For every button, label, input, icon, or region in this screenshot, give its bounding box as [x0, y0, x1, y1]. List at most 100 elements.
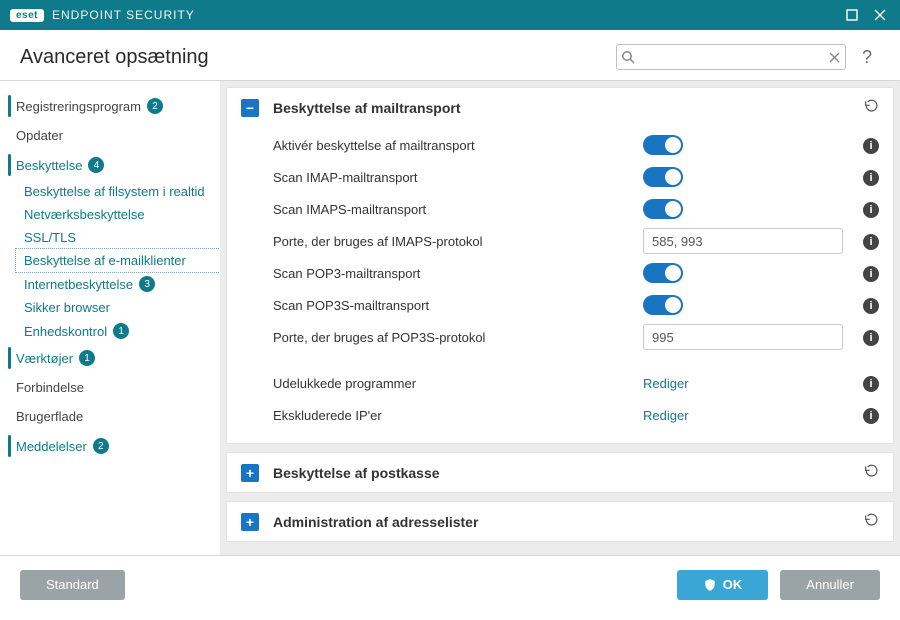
- toggle-switch[interactable]: [643, 295, 683, 315]
- edit-link[interactable]: Rediger: [643, 408, 689, 423]
- product-name: ENDPOINT SECURITY: [52, 8, 195, 22]
- revert-button[interactable]: [863, 463, 879, 482]
- search-box[interactable]: [616, 44, 846, 70]
- expand-icon: +: [241, 513, 259, 531]
- sidebar-item-label: Beskyttelse: [16, 158, 82, 173]
- ports-input[interactable]: [643, 228, 843, 254]
- brand: eset ENDPOINT SECURITY: [10, 8, 195, 22]
- sidebar-badge: 1: [79, 350, 95, 366]
- setting-label: Scan POP3S-mailtransport: [273, 298, 643, 313]
- setting-label: Udelukkede programmer: [273, 376, 643, 391]
- sidebar-item-label: Brugerflade: [16, 409, 83, 424]
- standard-button[interactable]: Standard: [20, 570, 125, 600]
- help-button[interactable]: ?: [854, 47, 880, 68]
- panel-title: Administration af adresselister: [273, 514, 478, 530]
- setting-label: Scan IMAP-mailtransport: [273, 170, 643, 185]
- footer: Standard OK Annuller: [0, 555, 900, 613]
- panel-header[interactable]: + Beskyttelse af postkasse: [227, 453, 893, 492]
- setting-label: Porte, der bruges af IMAPS-protokol: [273, 234, 643, 249]
- info-icon[interactable]: i: [863, 298, 879, 314]
- setting-row: Udelukkede programmerRediger i: [273, 367, 879, 399]
- sidebar-item-label: Sikker browser: [24, 300, 110, 315]
- search-clear-button[interactable]: [823, 52, 845, 63]
- setting-row: Ekskluderede IP'erRediger i: [273, 399, 879, 431]
- sidebar-badge: 2: [93, 438, 109, 454]
- panel-addresslists: + Administration af adresselister: [226, 501, 894, 542]
- sidebar-item-label: Værktøjer: [16, 351, 73, 366]
- setting-row: Scan IMAP-mailtransport i: [273, 161, 879, 193]
- setting-row: Scan POP3S-mailtransport i: [273, 289, 879, 321]
- setting-label: Aktivér beskyttelse af mailtransport: [273, 138, 643, 153]
- toggle-switch[interactable]: [643, 167, 683, 187]
- close-icon: [874, 9, 886, 21]
- sidebar-subitem-secure-browser[interactable]: Sikker browser: [16, 296, 220, 319]
- sidebar-subitem-internet[interactable]: Internetbeskyttelse 3: [16, 272, 220, 296]
- setting-label: Porte, der bruges af POP3S-protokol: [273, 330, 643, 345]
- window-close-button[interactable]: [866, 0, 894, 30]
- setting-row: Scan POP3-mailtransport i: [273, 257, 879, 289]
- info-icon[interactable]: i: [863, 408, 879, 424]
- sidebar-subitem-email-clients[interactable]: Beskyttelse af e-mailklienter: [16, 249, 220, 272]
- info-icon[interactable]: i: [863, 138, 879, 154]
- ok-button-label: OK: [723, 577, 743, 592]
- cancel-button[interactable]: Annuller: [780, 570, 880, 600]
- sidebar-item-label: SSL/TLS: [24, 230, 76, 245]
- window-maximize-button[interactable]: [838, 0, 866, 30]
- sidebar-item-label: Beskyttelse af e-mailklienter: [24, 253, 186, 268]
- sidebar-item-notifications[interactable]: Meddelelser 2: [8, 431, 220, 461]
- info-icon[interactable]: i: [863, 202, 879, 218]
- setting-row: Aktivér beskyttelse af mailtransport i: [273, 129, 879, 161]
- info-icon[interactable]: i: [863, 376, 879, 392]
- sidebar-subitem-network[interactable]: Netværksbeskyttelse: [16, 203, 220, 226]
- sidebar-item-label: Internetbeskyttelse: [24, 277, 133, 292]
- sidebar-item-label: Netværksbeskyttelse: [24, 207, 145, 222]
- sidebar-subitem-ssltls[interactable]: SSL/TLS: [16, 226, 220, 249]
- revert-button[interactable]: [863, 98, 879, 117]
- brand-badge: eset: [10, 9, 44, 22]
- panel-title: Beskyttelse af postkasse: [273, 465, 440, 481]
- toggle-switch[interactable]: [643, 263, 683, 283]
- sidebar-item-label: Beskyttelse af filsystem i realtid: [24, 184, 205, 199]
- sidebar-badge: 2: [147, 98, 163, 114]
- info-icon[interactable]: i: [863, 234, 879, 250]
- info-icon[interactable]: i: [863, 170, 879, 186]
- shield-icon: [703, 578, 717, 592]
- sidebar-subitem-device-control[interactable]: Enhedskontrol1: [16, 319, 220, 343]
- header: Avanceret opsætning ?: [0, 30, 900, 81]
- toggle-switch[interactable]: [643, 135, 683, 155]
- collapse-icon: −: [241, 99, 259, 117]
- revert-button[interactable]: [863, 512, 879, 531]
- sidebar-item-label: Meddelelser: [16, 439, 87, 454]
- ports-input[interactable]: [643, 324, 843, 350]
- panel-header[interactable]: + Administration af adresselister: [227, 502, 893, 541]
- edit-link[interactable]: Rediger: [643, 376, 689, 391]
- sidebar-item-protection[interactable]: Beskyttelse4: [8, 150, 220, 180]
- sidebar-item-connection[interactable]: Forbindelse: [8, 373, 220, 402]
- title-bar: eset ENDPOINT SECURITY: [0, 0, 900, 30]
- ok-button[interactable]: OK: [677, 570, 769, 600]
- setting-row: Scan IMAPS-mailtransport i: [273, 193, 879, 225]
- sidebar-badge: 1: [113, 323, 129, 339]
- maximize-icon: [846, 9, 858, 21]
- setting-row: Porte, der bruges af POP3S-protokol i: [273, 321, 879, 353]
- toggle-switch[interactable]: [643, 199, 683, 219]
- sidebar-item-registration[interactable]: Registreringsprogram2: [8, 91, 220, 121]
- search-input[interactable]: [639, 46, 823, 68]
- sidebar-subitem-realtime-fs[interactable]: Beskyttelse af filsystem i realtid: [16, 180, 220, 203]
- setting-label: Scan IMAPS-mailtransport: [273, 202, 643, 217]
- clear-icon: [829, 52, 840, 63]
- page-title: Avanceret opsætning: [20, 46, 209, 69]
- panel-mailtransport: −Beskyttelse af mailtransportAktivér bes…: [226, 87, 894, 444]
- sidebar-item-ui[interactable]: Brugerflade: [8, 402, 220, 431]
- info-icon[interactable]: i: [863, 330, 879, 346]
- panel-header[interactable]: −Beskyttelse af mailtransport: [227, 88, 893, 127]
- setting-row: Porte, der bruges af IMAPS-protokol i: [273, 225, 879, 257]
- sidebar-badge: 3: [139, 276, 155, 292]
- setting-label: Ekskluderede IP'er: [273, 408, 643, 423]
- expand-icon: +: [241, 464, 259, 482]
- setting-label: Scan POP3-mailtransport: [273, 266, 643, 281]
- sidebar-item-label: Opdater: [16, 128, 63, 143]
- sidebar-item-updater[interactable]: Opdater: [8, 121, 220, 150]
- sidebar-item-tools[interactable]: Værktøjer 1: [8, 343, 220, 373]
- info-icon[interactable]: i: [863, 266, 879, 282]
